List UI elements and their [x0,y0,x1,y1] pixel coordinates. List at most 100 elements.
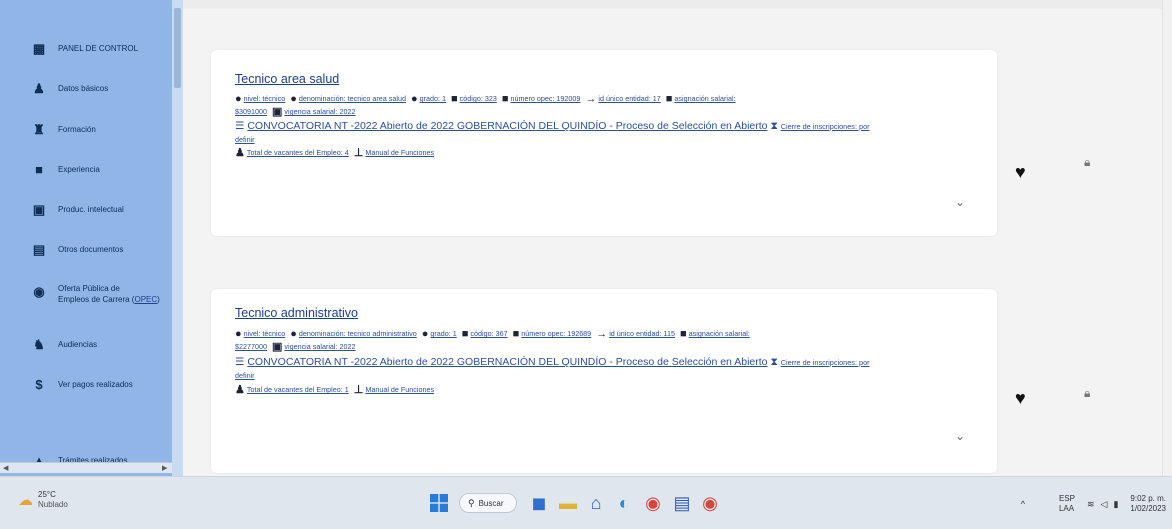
sidebar-item-audiencias[interactable]: ♞ Audiencias [0,330,172,358]
store-icon[interactable]: ⌂ [584,491,608,515]
sidebar-item-label: Formación [58,124,96,134]
file-explorer-icon[interactable]: ◼ [527,491,551,515]
job-cierre[interactable]: Cierre de inscripciones: por [781,122,870,131]
job-title-link[interactable]: Tecnico area salud [235,72,339,86]
job-convocatoria-link[interactable]: CONVOCATORIA NT -2022 Abierto de 2022 GO… [247,120,767,132]
level-icon: ● [235,328,242,340]
wifi-icon[interactable]: ≋ [1087,499,1095,510]
sidebar-item-otros-documentos[interactable]: ▤ Otros documentos [0,235,172,263]
job-cierre[interactable]: Cierre de inscripciones: por [781,358,870,367]
sidebar-item-formacion[interactable]: ♜ Formación [0,115,172,143]
lock-icon[interactable]: 🔒︎ [1084,387,1090,399]
users-icon: ♟ [33,80,45,96]
people-icon: ♟ [235,147,245,159]
heart-icon[interactable]: ♥ [1015,389,1026,407]
job-grado[interactable]: grado: 1 [420,94,446,103]
job-manual-funciones[interactable]: Manual de Funciones [365,148,434,157]
graduation-cap-icon: ♜ [33,121,45,137]
job-codigo[interactable]: código: 323 [460,94,497,103]
search-icon: ⚲ [468,497,475,508]
sidebar-item-experiencia[interactable]: ■ Experiencia [0,155,172,183]
edge-icon[interactable]: ◐ [612,491,636,515]
level-icon: ● [235,93,242,105]
language-indicator[interactable]: ESP LAA [1059,494,1075,514]
word-icon[interactable]: ▤ [670,491,694,515]
job-details-line2: $3091000 ▣ vigencia salarial: 2022 [235,107,356,118]
chrome-icon[interactable]: ◉ [641,491,665,515]
denomination-icon: ● [290,93,297,105]
lock-icon[interactable]: 🔒︎ [1084,156,1090,168]
chrome-profile-icon[interactable]: ◉ [698,491,722,515]
sidebar-item-label: Produc. intelectual [58,204,124,214]
job-convocatoria-link[interactable]: CONVOCATORIA NT -2022 Abierto de 2022 GO… [247,356,767,368]
sidebar-horizontal-scrollbar[interactable]: ◀ ▶ [0,462,172,473]
denomination-icon: ● [290,328,297,340]
sidebar-item-produccion-intelectual[interactable]: ▣ Produc. intelectual [0,195,172,223]
job-cierre-definir[interactable]: definir [235,371,255,380]
sidebar-item-label-line1: Oferta Pública de [58,284,120,293]
chevron-up-icon[interactable]: ^ [1021,499,1025,509]
opec-number-icon: ■ [512,328,520,340]
folder-icon[interactable]: ▬ [556,491,580,515]
job-cierre-line2: definir [235,135,255,145]
main-scrollbar[interactable] [1162,0,1172,476]
job-asignacion-valor[interactable]: $3091000 [235,107,267,116]
grade-icon: ● [421,328,429,340]
weather-desc: Nublado [38,500,68,509]
volume-icon[interactable]: ◁ [1101,499,1108,510]
opec-link[interactable]: OPEC [134,295,157,304]
sidebar-scrollbar-thumb[interactable] [174,8,181,88]
calendar-icon: ▣ [271,341,283,353]
job-vacantes-line: ♟ Total de vacantes del Empleo: 1 ⊥ Manual… [235,384,434,396]
job-numero-opec[interactable]: número opec: 192009 [510,94,580,103]
job-details-line1: ● nivel: técnico ● denominación: tecnico a… [235,93,736,105]
job-id-entidad[interactable]: id único entidad: 115 [609,329,675,338]
heart-icon[interactable]: ♥ [1015,163,1026,181]
sidebar-item-label: Oferta Pública de Empleos de Carrera (OP… [58,283,160,305]
grade-icon: ● [410,93,418,105]
chevron-down-icon[interactable]: ⌄ [955,429,965,443]
job-card: Tecnico administrativo ● nivel: técnico ●… [211,289,997,473]
code-icon: ■ [451,93,458,105]
job-grado[interactable]: grado: 1 [430,329,456,338]
job-vigencia[interactable]: vigencia salarial: 2022 [284,342,355,351]
salary-icon: ■ [680,328,687,340]
job-nivel[interactable]: nivel: técnico [244,94,286,103]
job-numero-opec[interactable]: número opec: 192689 [521,329,591,338]
job-asignacion-label[interactable]: asignación salarial: [689,329,750,338]
job-manual-funciones[interactable]: Manual de Funciones [365,385,434,394]
job-nivel[interactable]: nivel: técnico [244,329,286,338]
job-convocatoria-line: ☰ CONVOCATORIA NT -2022 Abierto de 2022 … [235,356,870,369]
dollar-icon: $ [35,376,43,392]
battery-icon[interactable]: ▮ [1113,499,1118,510]
main-top-bar [183,0,1172,9]
job-title-link[interactable]: Tecnico administrativo [235,306,358,320]
scroll-left-icon[interactable]: ◀ [3,463,8,474]
job-vigencia[interactable]: vigencia salarial: 2022 [284,107,355,116]
clock-time: 9:02 p. m. [1130,494,1166,503]
clock[interactable]: 9:02 p. m. 1/02/2023 [1130,494,1166,514]
system-tray: ^ ESP LAA ≋ ◁ ▮ 9:02 p. m. 1/02/2023 [1021,491,1166,517]
job-codigo[interactable]: código: 367 [470,329,507,338]
job-denominacion[interactable]: denominación: tecnico administrativo [299,329,417,338]
job-cierre-definir[interactable]: definir [235,135,255,144]
chevron-down-icon[interactable]: ⌄ [955,195,965,209]
windows-start-icon[interactable] [427,491,451,515]
book-icon: ▣ [32,201,46,217]
job-vacantes[interactable]: Total de vacantes del Empleo: 1 [247,385,349,394]
sidebar-item-ver-pagos[interactable]: $ Ver pagos realizados [0,370,172,398]
job-asignacion-label[interactable]: asignación salarial: [674,94,735,103]
job-vacantes[interactable]: Total de vacantes del Empleo: 4 [247,148,349,157]
scroll-right-icon[interactable]: ▶ [162,463,167,474]
job-id-entidad[interactable]: id único entidad: 17 [598,94,660,103]
download-icon: ⊥ [353,384,364,396]
weather-widget[interactable]: ☁ 25°C Nublado [18,490,68,510]
sidebar-item-panel-de-control[interactable]: ▦ PANEL DE CONTROL [0,34,172,62]
job-denominacion[interactable]: denominación: tecnico area salud [299,94,406,103]
sidebar-item-label: Ver pagos realizados [58,379,133,389]
taskbar-search[interactable]: ⚲ Buscar [459,493,517,513]
sidebar-item-opec[interactable]: ◉ Oferta Pública de Empleos de Carrera (… [0,280,172,316]
sidebar-item-datos-basicos[interactable]: ♟ Datos básicos [0,74,172,102]
arrow-right-icon: → [596,328,608,340]
job-asignacion-valor[interactable]: $2277000 [235,342,267,351]
